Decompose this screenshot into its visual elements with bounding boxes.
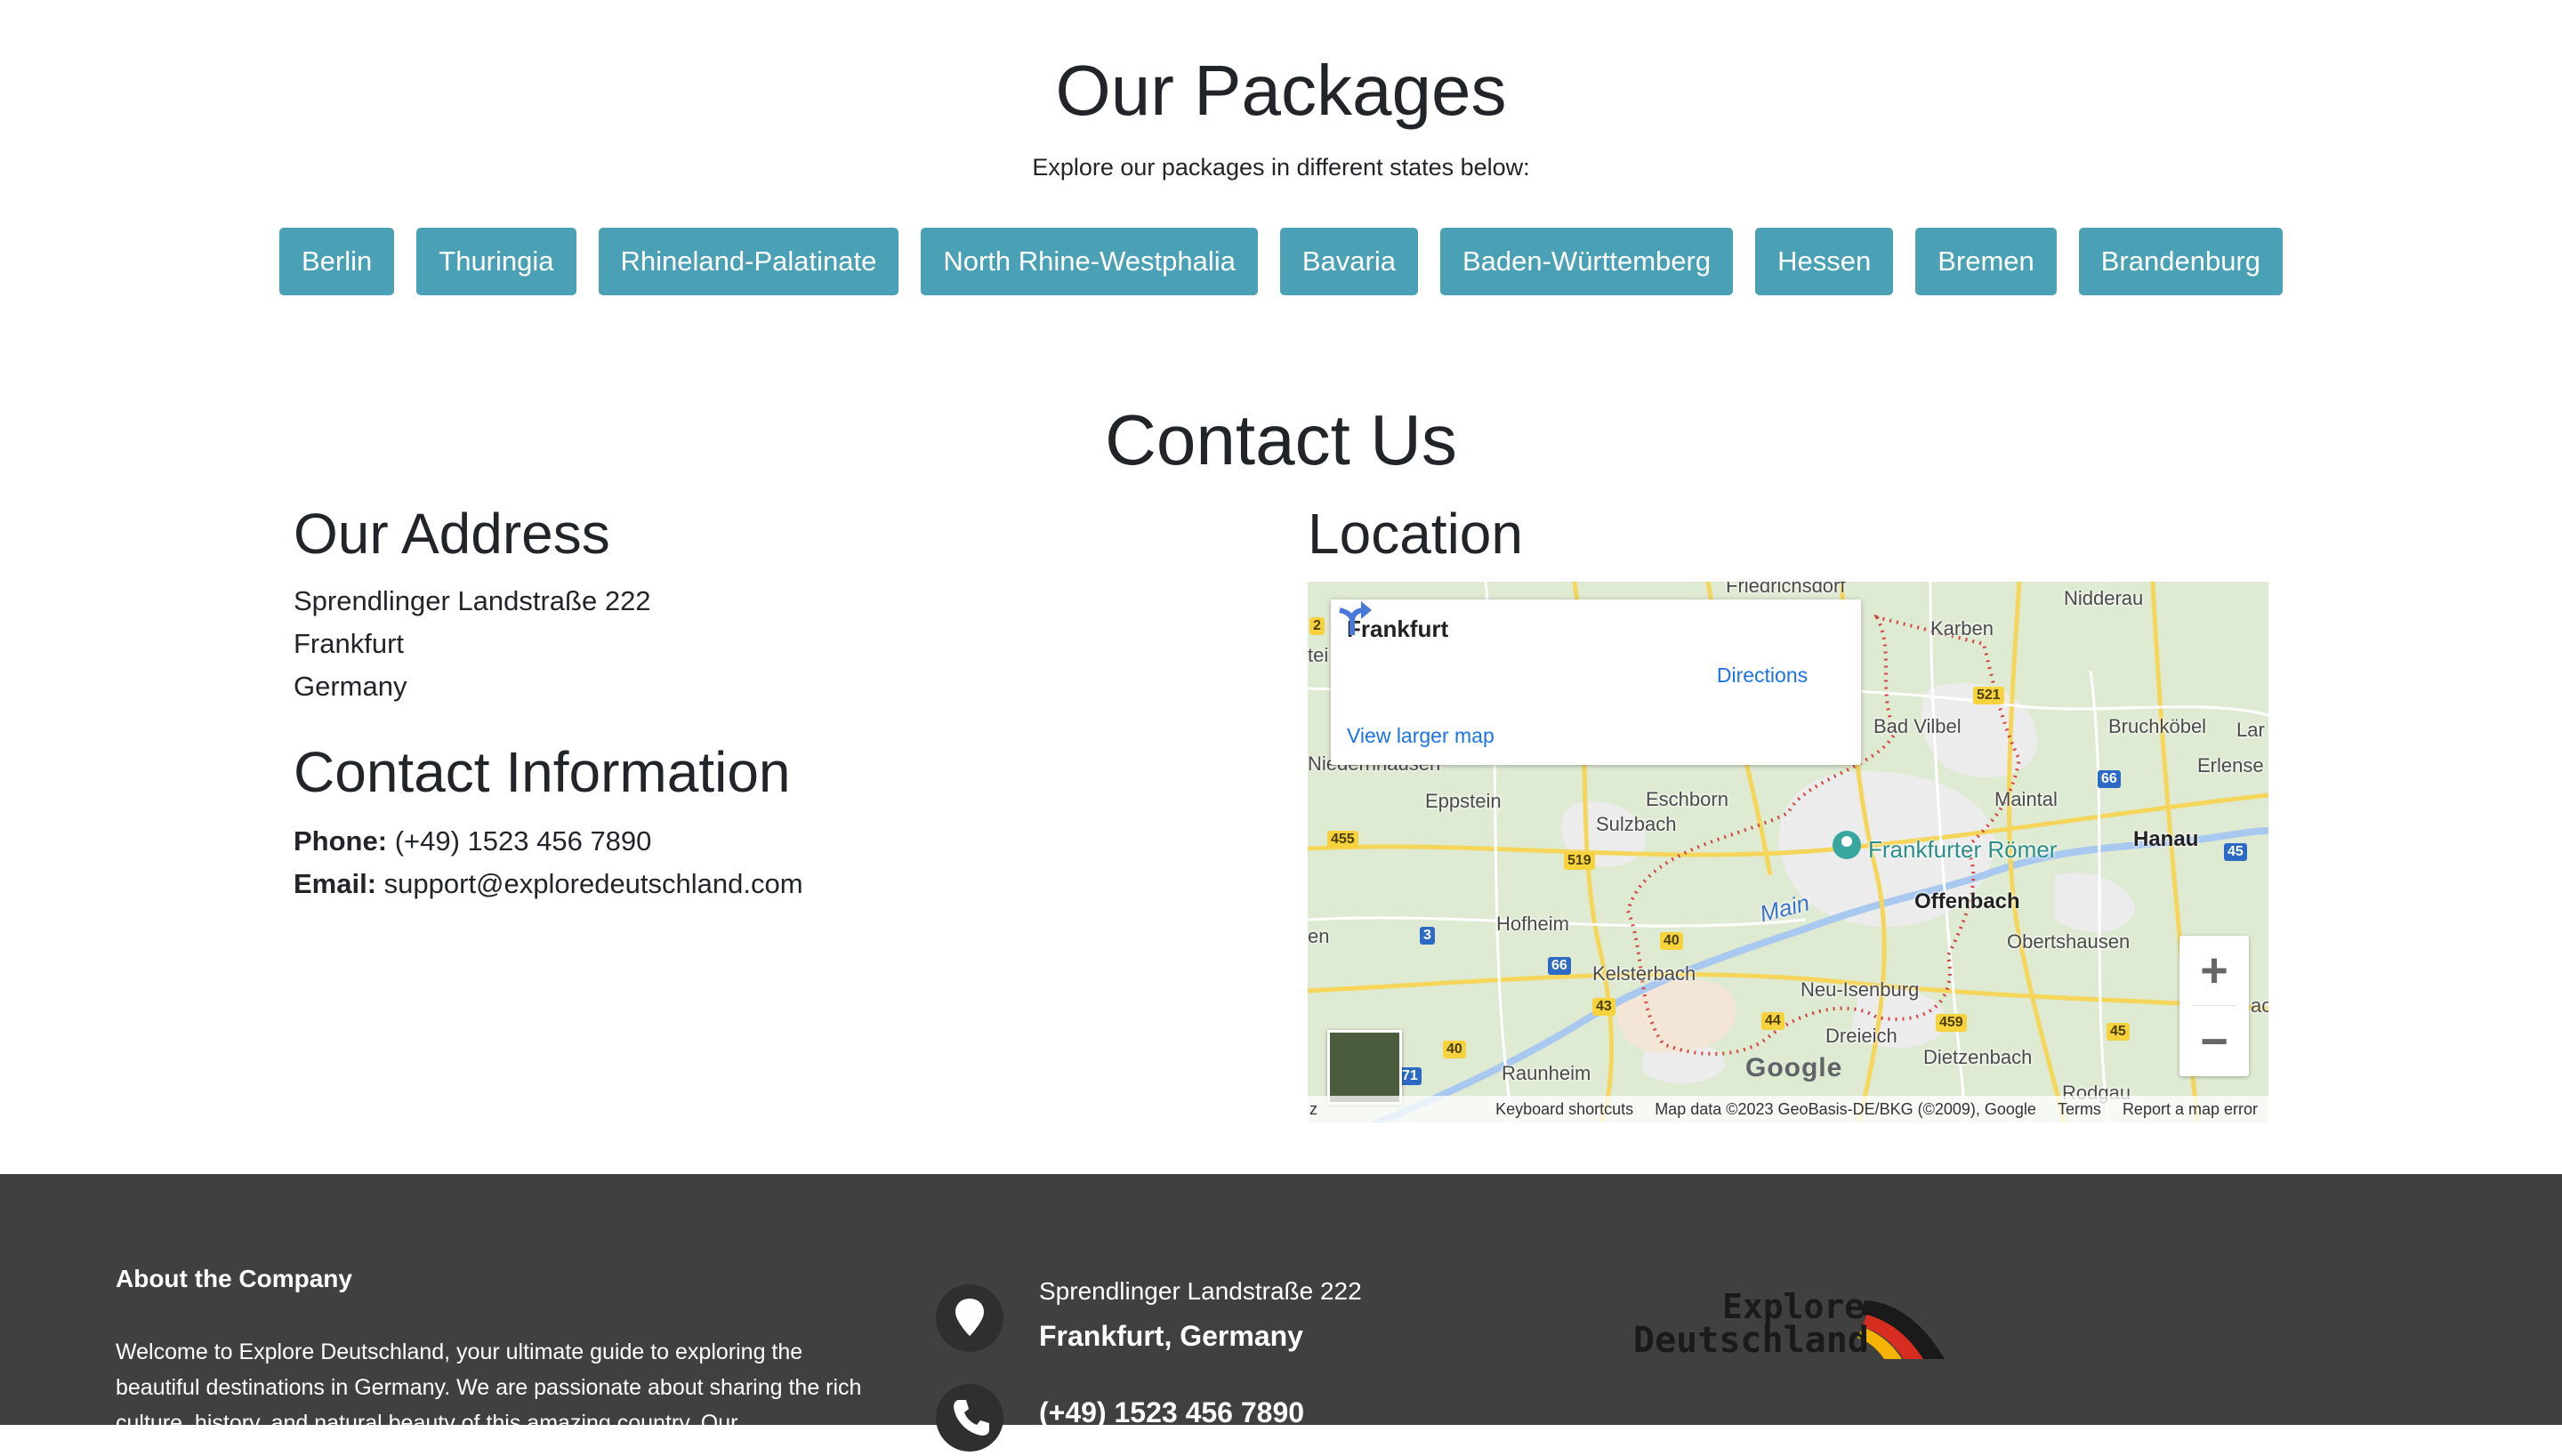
directions-link[interactable]: Directions [1704, 664, 1820, 688]
address-country: Germany [294, 671, 407, 702]
embedded-map[interactable]: Friedrichsdorf Nidderau Karben Bad Vilbe… [1308, 582, 2268, 1122]
map-label-hanau: Hanau [2133, 827, 2199, 851]
email-line: Email: support@exploredeutschland.com [294, 863, 803, 905]
terms-link[interactable]: Terms [2058, 1100, 2101, 1119]
package-button-bavaria[interactable]: Bavaria [1279, 228, 1418, 295]
map-label-sulzbach: Sulzbach [1596, 813, 1677, 835]
map-label-hofheim: Hofheim [1496, 913, 1569, 935]
package-button-thuringia[interactable]: Thuringia [416, 228, 576, 295]
map-info-card: Frankfurt Directions View larger map [1331, 599, 1861, 765]
about-company-text: Welcome to Explore Deutschland, your ult… [116, 1339, 862, 1436]
address-street: Sprendlinger Landstraße 222 [294, 585, 651, 616]
google-logo-text: Google [1745, 1053, 1843, 1082]
map-label-neu-isenburg: Neu-Isenburg [1801, 978, 1920, 1001]
phone-label: Phone: [294, 825, 388, 857]
report-map-error-link[interactable]: Report a map error [2123, 1100, 2258, 1119]
map-label-erlensee: Erlense [2197, 754, 2264, 776]
map-label-offenbach: Offenbach [1914, 889, 2020, 913]
road-badge: 40 [1443, 1041, 1466, 1058]
package-button-north-rhine-westphalia[interactable]: North Rhine-Westphalia [921, 228, 1258, 295]
package-button-baden-wuerttemberg[interactable]: Baden-Württemberg [1439, 228, 1734, 295]
map-data-attribution: Map data ©2023 GeoBasis-DE/BKG (©2009), … [1655, 1099, 2036, 1118]
map-label-eschborn: Eschborn [1646, 788, 1728, 810]
view-larger-map-link[interactable]: View larger map [1347, 724, 1494, 748]
road-badge: 43 [1592, 998, 1615, 1016]
phone-value: (+49) 1523 456 7890 [394, 825, 652, 857]
explore-deutschland-logo: Explore Deutschland [1633, 1287, 1945, 1361]
road-badge: 2 [1309, 617, 1325, 635]
road-badge: 66 [1548, 957, 1571, 975]
google-logo: Google [1745, 1053, 1842, 1083]
road-badge: 519 [1564, 852, 1595, 870]
zoom-in-button[interactable]: + [2179, 936, 2249, 1005]
zoom-divider [2192, 1005, 2236, 1006]
phone-icon [936, 1384, 1003, 1452]
road-badge: 45 [2107, 1023, 2130, 1041]
map-label-en: en [1308, 925, 1330, 947]
road-badge: 66 [2098, 770, 2121, 788]
about-company-title: About the Company [116, 1265, 352, 1292]
road-badge: 455 [1327, 831, 1358, 849]
map-attribution-bar: z Keyboard shortcuts Map data ©2023 GeoB… [1308, 1096, 2268, 1122]
package-button-rhineland-palatinate[interactable]: Rhineland-Palatinate [598, 228, 899, 295]
address-block: Sprendlinger Landstraße 222 Frankfurt Ge… [294, 580, 651, 708]
footer-phone: (+49) 1523 456 7890 [1039, 1396, 1305, 1428]
location-heading: Location [1308, 502, 1523, 566]
directions-icon[interactable] [1331, 599, 1374, 637]
map-label-raunheim: Raunheim [1502, 1062, 1591, 1084]
map-label-tei: tei [1308, 644, 1329, 666]
packages-title: Our Packages [1055, 51, 1507, 130]
svg-text:Deutschland: Deutschland [1633, 1320, 1869, 1361]
zoom-out-button[interactable]: − [2179, 1007, 2249, 1076]
map-label-eppstein: Eppstein [1425, 790, 1502, 812]
packages-subtitle: Explore our packages in different states… [1032, 154, 1530, 181]
email-value[interactable]: support@exploredeutschland.com [384, 868, 803, 899]
road-badge: 40 [1660, 932, 1683, 950]
footer-street: Sprendlinger Landstraße 222 [1039, 1277, 1362, 1305]
map-label-obertshausen: Obertshausen [2007, 930, 2131, 953]
map-label-karben: Karben [1930, 617, 1994, 640]
map-label-frankfurter-roemer: Frankfurter Römer [1868, 836, 2058, 863]
location-pin-icon [936, 1284, 1003, 1352]
phone-line: Phone: (+49) 1523 456 7890 [294, 820, 803, 863]
email-label: Email: [294, 868, 377, 899]
map-label-nidderau: Nidderau [2064, 587, 2144, 609]
road-badge: 45 [2224, 843, 2247, 861]
road-badge: 521 [1973, 687, 2004, 704]
map-label-lan: Lar [2236, 719, 2265, 741]
road-badge: 3 [1420, 927, 1435, 945]
map-label-ac: ac [2251, 994, 2268, 1017]
contact-info-heading: Contact Information [294, 740, 791, 804]
map-label-maintal: Maintal [1994, 788, 2058, 810]
map-label-dietzenbach: Dietzenbach [1923, 1046, 2033, 1068]
satellite-toggle[interactable] [1327, 1030, 1402, 1105]
contact-title: Contact Us [1105, 400, 1457, 479]
map-label-dreieich: Dreieich [1825, 1025, 1897, 1047]
address-heading: Our Address [294, 502, 610, 566]
map-label-bad-vilbel: Bad Vilbel [1873, 715, 1962, 737]
contact-info-block: Phone: (+49) 1523 456 7890 Email: suppor… [294, 820, 803, 905]
package-button-hessen[interactable]: Hessen [1755, 228, 1894, 295]
map-zoom-controls: + − [2179, 936, 2249, 1076]
map-label-friedrichsdorf: Friedrichsdorf [1726, 582, 1846, 597]
road-badge: 44 [1761, 1012, 1785, 1030]
map-footer-left: z [1309, 1099, 1317, 1118]
address-city: Frankfurt [294, 628, 405, 659]
map-label-bruchkoebel: Bruchköbel [2108, 715, 2207, 737]
package-buttons: Berlin Thuringia Rhineland-Palatinate No… [0, 228, 2562, 297]
map-label-kelsterbach: Kelsterbach [1592, 962, 1696, 985]
package-button-berlin[interactable]: Berlin [279, 228, 395, 295]
keyboard-shortcuts-link[interactable]: Keyboard shortcuts [1495, 1100, 1633, 1119]
road-badge: 459 [1936, 1014, 1967, 1032]
package-button-bremen[interactable]: Bremen [1915, 228, 2057, 295]
package-button-brandenburg[interactable]: Brandenburg [2078, 228, 2283, 295]
footer-city: Frankfurt, Germany [1039, 1320, 1303, 1352]
